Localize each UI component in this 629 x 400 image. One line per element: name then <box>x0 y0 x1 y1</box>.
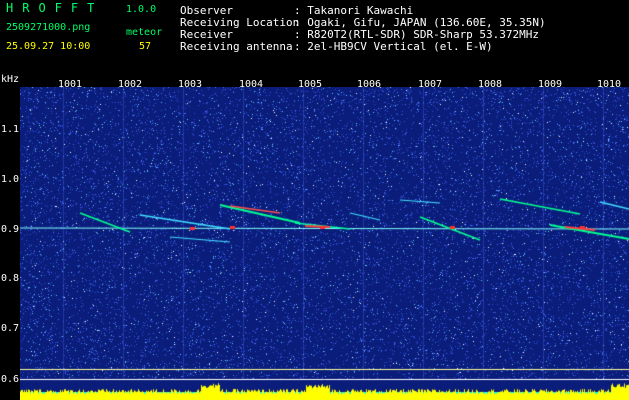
spectrogram-canvas <box>20 87 629 400</box>
meteor-count-value: 57 <box>139 41 152 52</box>
date-time: 25.09.27 10:00 <box>6 41 91 52</box>
y-label-1-0: 1.0 <box>1 174 20 185</box>
file-name: 2509271000.png <box>6 22 91 33</box>
y-label-0-6: 0.6 <box>1 374 20 385</box>
app-version: 1.0.0 <box>126 4 157 15</box>
y-label-1-1: 1.1 <box>1 124 20 135</box>
y-label-0-9: 0.9 <box>1 224 20 235</box>
meteor-count-label: meteor <box>126 27 163 38</box>
antenna-value: : 2el-HB9CV Vertical (el. E-W) <box>294 40 493 53</box>
y-label-0-7: 0.7 <box>1 323 20 334</box>
y-axis-unit: kHz <box>1 74 20 85</box>
app-name: HROFFT <box>6 1 104 15</box>
antenna-label: Receiving antenna <box>180 40 293 53</box>
spectrogram-panel <box>20 87 629 400</box>
header-panel: HROFFT 1.0.0 2509271000.png 25.09.27 10:… <box>0 0 629 72</box>
y-label-0-8: 0.8 <box>1 273 20 284</box>
